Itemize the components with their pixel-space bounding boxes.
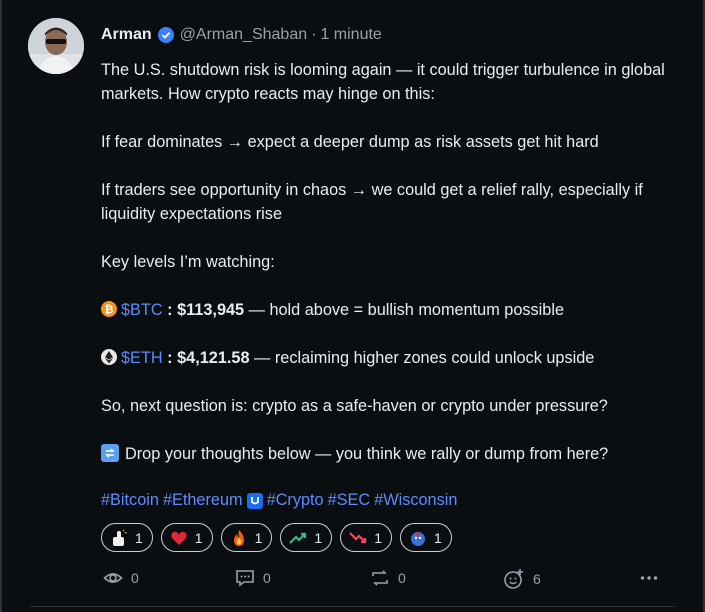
bitcoin-icon: ₿ [101, 301, 117, 317]
paragraph: So, next question is: crypto as a safe-h… [101, 397, 608, 415]
react-button[interactable]: 6 [503, 568, 541, 590]
divider [30, 606, 675, 607]
hashtag-link[interactable]: #Bitcoin [101, 491, 159, 510]
hashtag-link[interactable]: #SEC [328, 491, 371, 510]
reaction-rocket[interactable]: 1 [399, 523, 452, 552]
thumbs-up-icon [113, 529, 127, 546]
reaction-bar: 1 1 1 1 1 1 [101, 523, 460, 552]
left-border [0, 0, 2, 612]
views-count: 0 [131, 570, 139, 586]
repost-icon [372, 570, 388, 586]
eth-level-line: $ETH : $4,121.58 — reclaiming higher zon… [101, 346, 671, 370]
btc-level-line: ₿ $BTC : $113,945 — hold above = bullish… [101, 298, 671, 322]
hashtags: #Bitcoin #Ethereum #Crypto #SEC #Wiscons… [101, 491, 461, 510]
btc-ticker-link[interactable]: $BTC [121, 301, 163, 319]
repost-button[interactable]: 0 [370, 568, 406, 588]
svg-text:₿: ₿ [105, 303, 114, 316]
verified-badge-icon [157, 27, 174, 43]
post-header: Arman @Arman_Shaban · 1 minute [101, 26, 382, 44]
eth-ticker-link[interactable]: $ETH [121, 349, 163, 367]
action-bar: 0 0 0 6 [103, 568, 663, 590]
eth-price: $4,121.58 [177, 349, 250, 367]
more-dots-icon [640, 576, 658, 580]
smiley-add-icon [504, 569, 523, 589]
ustc-token-icon [246, 492, 263, 509]
comment-icon [236, 570, 254, 587]
reaction-thumbs-up[interactable]: 1 [101, 523, 153, 552]
avatar[interactable] [28, 18, 84, 74]
paragraph: If fear dominates → expect a deeper dump… [101, 133, 599, 151]
views-button[interactable]: 0 [103, 568, 139, 588]
reaction-heart[interactable]: 1 [160, 523, 213, 552]
trend-up-icon [289, 532, 307, 544]
ethereum-icon [101, 349, 117, 365]
eth-note: — reclaiming higher zones could unlock u… [249, 349, 595, 367]
hashtag-link[interactable]: #Crypto [267, 491, 324, 510]
hashtag-link[interactable]: #Wisconsin [374, 491, 457, 510]
paragraph: Key levels I’m watching: [101, 253, 275, 271]
author-name[interactable]: Arman [101, 26, 152, 44]
btc-note: — hold above = bullish momentum possible [244, 301, 565, 319]
rocket-icon [410, 530, 425, 546]
post-time: 1 minute [320, 26, 382, 43]
fire-icon [233, 529, 244, 546]
reaction-trend-up[interactable]: 1 [280, 523, 333, 552]
reactions-total: 6 [533, 571, 541, 587]
hashtag-link[interactable]: #Ethereum [163, 491, 243, 510]
eye-icon [103, 573, 123, 583]
more-options-button[interactable] [639, 568, 667, 588]
post-body: The U.S. shutdown risk is looming again … [101, 58, 671, 466]
paragraph: The U.S. shutdown risk is looming again … [101, 61, 665, 103]
comment-button[interactable]: 0 [235, 568, 271, 588]
reposts-count: 0 [398, 570, 406, 586]
repeat-emoji-icon [101, 444, 119, 462]
reaction-trend-down[interactable]: 1 [340, 523, 392, 552]
btc-price: $113,945 [177, 301, 245, 319]
reaction-fire[interactable]: 1 [220, 523, 273, 552]
trend-down-icon [349, 531, 367, 543]
author-handle[interactable]: @Arman_Shaban [180, 26, 307, 44]
comments-count: 0 [263, 570, 271, 586]
paragraph: If traders see opportunity in chaos → we… [101, 181, 643, 223]
separator-dot: · [311, 26, 317, 43]
cta-line: Drop your thoughts below — you think we … [101, 442, 671, 466]
heart-icon [171, 531, 187, 545]
